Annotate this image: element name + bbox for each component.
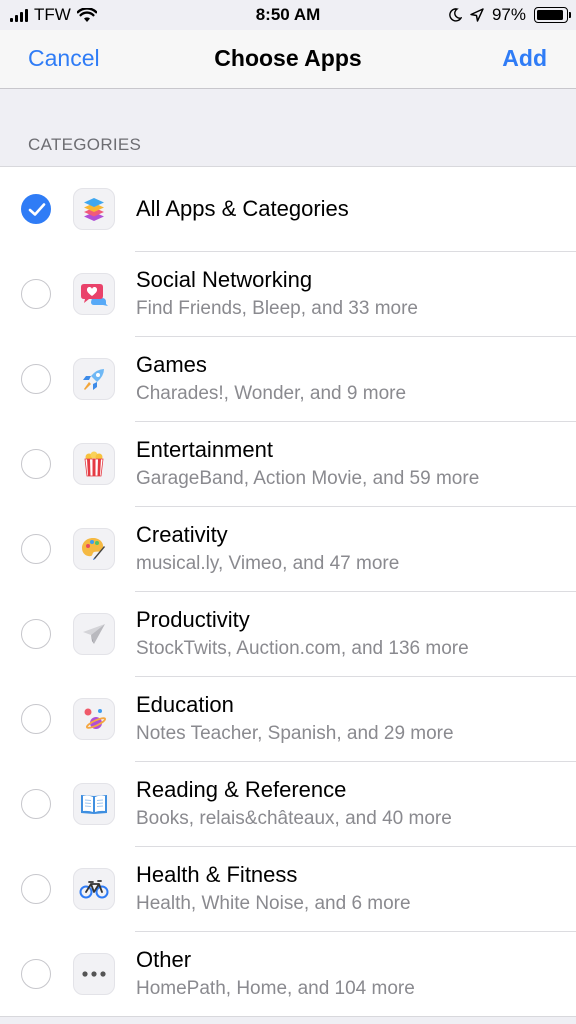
radio-unselected-icon[interactable] <box>21 873 51 904</box>
category-title: Productivity <box>136 607 250 632</box>
page-title: Choose Apps <box>214 45 362 71</box>
checkmark-selected-icon[interactable] <box>21 194 51 224</box>
category-row-entertainment[interactable]: Entertainment GarageBand, Action Movie, … <box>0 421 576 506</box>
category-subtitle: Health, White Noise, and 6 more <box>136 893 411 914</box>
category-row-creativity[interactable]: Creativity musical.ly, Vimeo, and 47 mor… <box>0 506 576 591</box>
category-subtitle: Books, relais&châteaux, and 40 more <box>136 808 452 829</box>
planets-icon <box>73 697 115 740</box>
category-title: Social Networking <box>136 267 313 292</box>
category-subtitle: GarageBand, Action Movie, and 59 more <box>136 468 480 489</box>
category-list: All Apps & Categories Social Networking … <box>0 166 576 1017</box>
navigation-bar: Cancel Choose Apps Add <box>0 30 576 89</box>
category-subtitle: Charades!, Wonder, and 9 more <box>136 383 407 404</box>
category-row-reading-reference[interactable]: Reading & Reference Books, relais&châtea… <box>0 761 576 846</box>
category-row-all-apps[interactable]: All Apps & Categories <box>0 167 576 251</box>
radio-unselected-icon[interactable] <box>21 703 51 734</box>
open-book-icon <box>73 782 115 825</box>
popcorn-icon <box>73 442 115 485</box>
radio-unselected-icon[interactable] <box>21 363 51 394</box>
status-bar: TFW 8:50 AM 97% <box>0 0 576 30</box>
radio-unselected-icon[interactable] <box>21 448 51 479</box>
category-title: Entertainment <box>136 437 273 462</box>
category-title: Other <box>136 947 192 972</box>
paint-palette-icon <box>73 527 115 570</box>
radio-unselected-icon[interactable] <box>21 278 51 309</box>
category-subtitle: Find Friends, Bleep, and 33 more <box>136 298 418 319</box>
more-dots-icon <box>73 952 115 995</box>
moon-icon <box>449 8 462 22</box>
heart-chat-bubble-icon <box>73 272 115 315</box>
category-title: Reading & Reference <box>136 777 347 802</box>
section-header: CATEGORIES <box>28 135 142 154</box>
category-subtitle: Notes Teacher, Spanish, and 29 more <box>136 723 454 744</box>
battery-icon <box>534 7 571 23</box>
category-row-other[interactable]: Other HomePath, Home, and 104 more <box>0 931 576 1016</box>
category-row-education[interactable]: Education Notes Teacher, Spanish, and 29… <box>0 676 576 761</box>
category-title: Games <box>136 352 207 377</box>
battery-level <box>537 10 563 20</box>
category-subtitle: HomePath, Home, and 104 more <box>136 978 415 999</box>
location-arrow-icon <box>470 8 484 22</box>
category-subtitle: musical.ly, Vimeo, and 47 more <box>136 553 400 574</box>
category-subtitle: StockTwits, Auction.com, and 136 more <box>136 638 469 659</box>
category-row-health-fitness[interactable]: Health & Fitness Health, White Noise, an… <box>0 846 576 931</box>
category-row-productivity[interactable]: Productivity StockTwits, Auction.com, an… <box>0 591 576 676</box>
radio-unselected-icon[interactable] <box>21 958 51 989</box>
radio-unselected-icon[interactable] <box>21 788 51 819</box>
bicycle-icon <box>73 867 115 910</box>
add-button[interactable]: Add <box>502 45 547 72</box>
status-right: 97% <box>448 5 571 25</box>
stack-layers-icon <box>73 188 115 230</box>
radio-unselected-icon[interactable] <box>21 533 51 564</box>
paper-plane-icon <box>73 612 115 655</box>
category-title: Education <box>136 692 234 717</box>
battery-percent: 97% <box>491 5 526 24</box>
rocket-icon <box>73 357 115 400</box>
radio-unselected-icon[interactable] <box>21 618 51 649</box>
category-title: All Apps & Categories <box>136 196 349 221</box>
category-row-social-networking[interactable]: Social Networking Find Friends, Bleep, a… <box>0 251 576 336</box>
category-row-games[interactable]: Games Charades!, Wonder, and 9 more <box>0 336 576 421</box>
category-title: Creativity <box>136 522 228 547</box>
category-title: Health & Fitness <box>136 862 298 887</box>
